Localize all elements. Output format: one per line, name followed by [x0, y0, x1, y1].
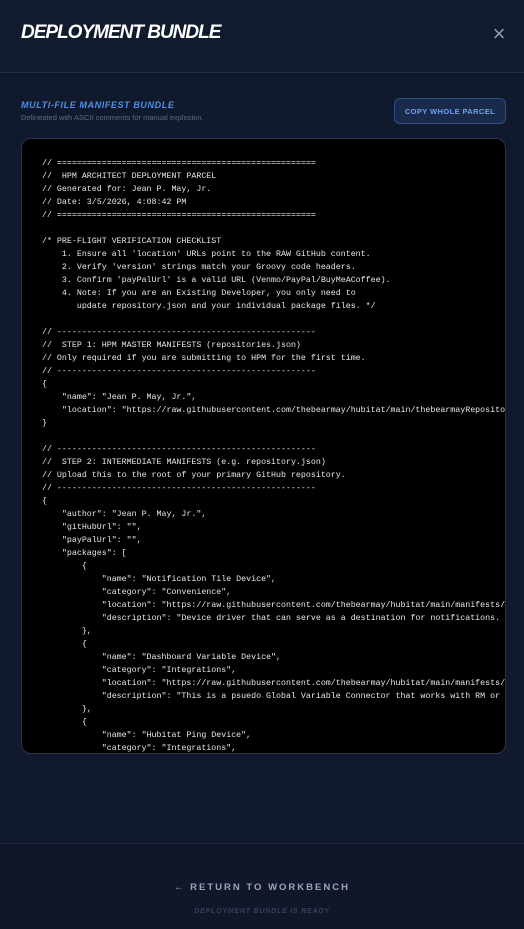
modal-header: DEPLOYMENT BUNDLE × [0, 0, 524, 73]
page-title: DEPLOYMENT BUNDLE [21, 22, 221, 43]
section-label: MULTI-FILE MANIFEST BUNDLE [21, 100, 175, 110]
manifest-code: // =====================================… [42, 159, 506, 753]
return-to-workbench-button[interactable]: ← RETURN TO WORKBENCH [0, 882, 524, 896]
section-subtitle: Delineated with ASCII comments for manua… [21, 113, 204, 122]
code-viewer[interactable]: // =====================================… [21, 138, 506, 754]
copy-whole-parcel-button[interactable]: COPY WHOLE PARCEL [394, 98, 506, 124]
status-text: DEPLOYMENT BUNDLE IS READY [194, 908, 330, 915]
close-icon[interactable]: × [487, 22, 511, 46]
